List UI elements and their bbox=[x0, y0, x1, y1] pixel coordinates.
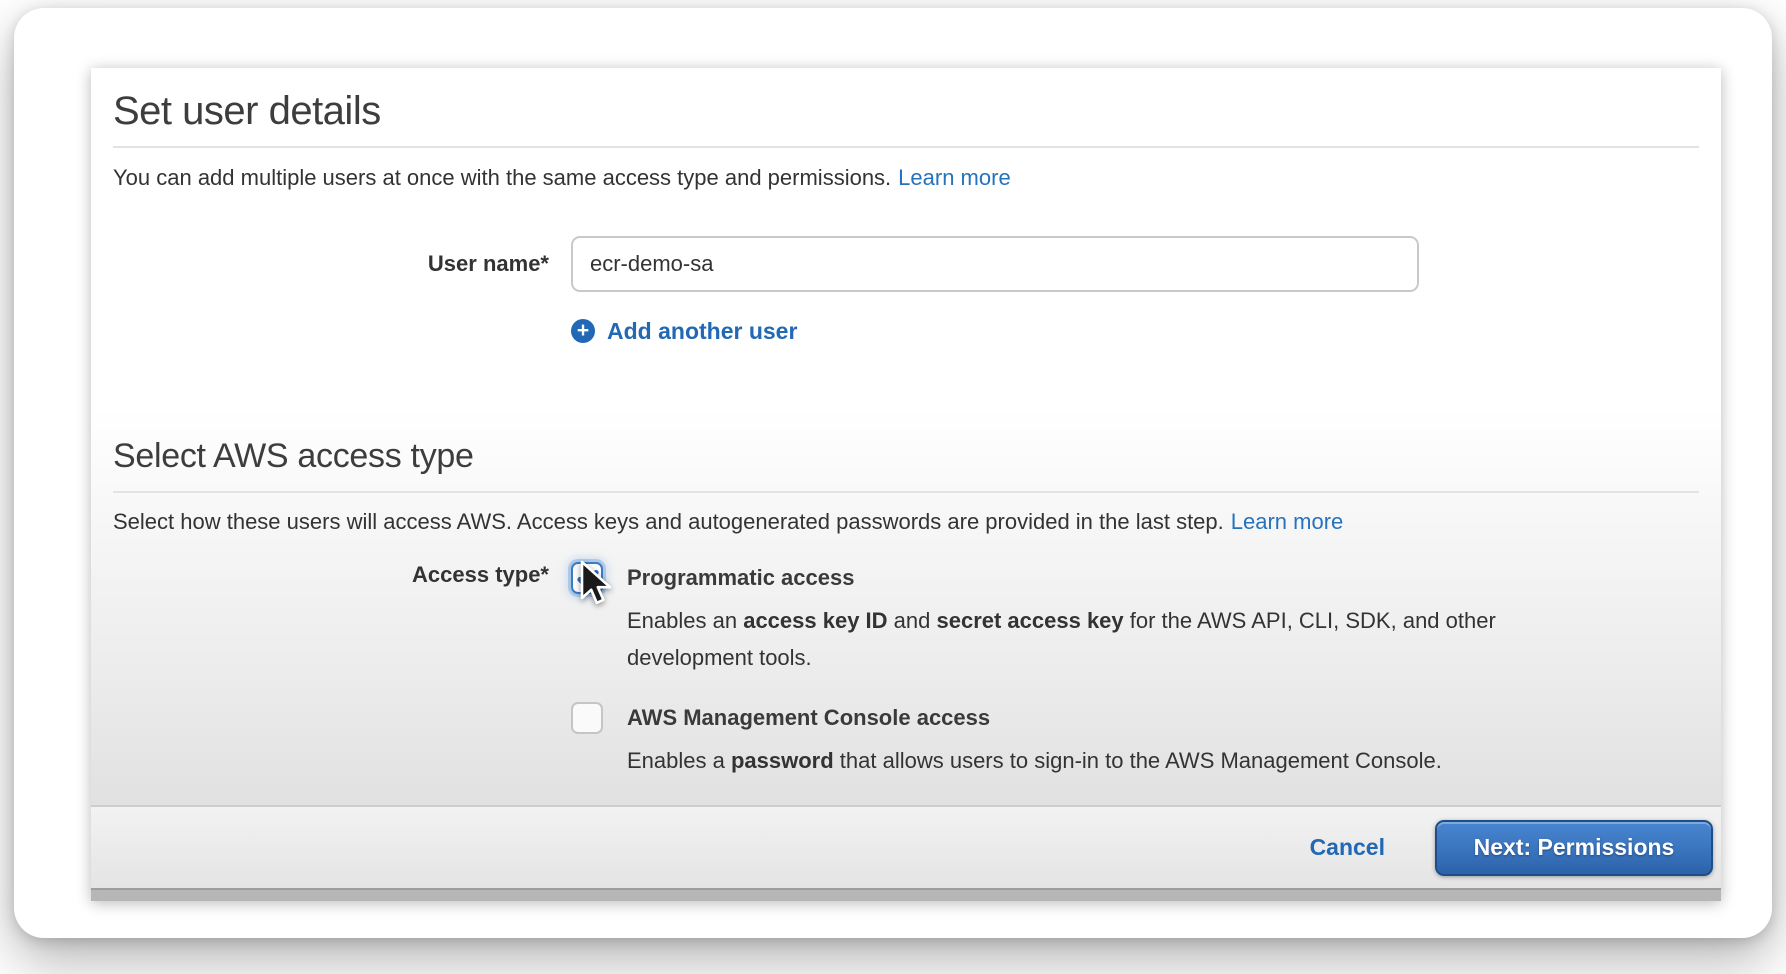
user-name-input[interactable] bbox=[571, 236, 1419, 292]
access-intro-text: Select how these users will access AWS. … bbox=[113, 505, 1699, 538]
console-access-description: Enables a password that allows users to … bbox=[627, 742, 1442, 779]
bottom-edge-bar bbox=[91, 888, 1721, 901]
access-intro-text-body: Select how these users will access AWS. … bbox=[113, 509, 1224, 534]
plus-circle-icon: + bbox=[571, 319, 595, 343]
access-type-label: Access type* bbox=[113, 560, 549, 779]
option-console-access: AWS Management Console access Enables a … bbox=[571, 700, 1547, 779]
divider bbox=[113, 146, 1699, 148]
access-type-row: Access type* Programmatic access Enables… bbox=[113, 560, 1699, 779]
access-learn-more-link[interactable]: Learn more bbox=[1231, 509, 1344, 534]
programmatic-access-description: Enables an access key ID and secret acce… bbox=[627, 602, 1547, 676]
next-permissions-button[interactable]: Next: Permissions bbox=[1435, 820, 1713, 876]
intro-text: You can add multiple users at once with … bbox=[113, 161, 1699, 194]
add-another-user-button[interactable]: + Add another user bbox=[571, 318, 1699, 344]
console-access-checkbox[interactable] bbox=[571, 702, 603, 734]
user-name-label: User name* bbox=[113, 236, 549, 292]
page-title: Set user details bbox=[113, 88, 1699, 134]
access-type-options: Programmatic access Enables an access ke… bbox=[571, 560, 1547, 779]
check-icon bbox=[575, 566, 601, 592]
wizard-footer: Cancel Next: Permissions bbox=[91, 805, 1721, 888]
divider bbox=[113, 491, 1699, 493]
console-access-title: AWS Management Console access bbox=[627, 700, 1442, 736]
panel-content: Set user details You can add multiple us… bbox=[91, 68, 1721, 805]
learn-more-link[interactable]: Learn more bbox=[898, 165, 1011, 190]
set-user-details-panel: Set user details You can add multiple us… bbox=[91, 68, 1721, 901]
cancel-button[interactable]: Cancel bbox=[1310, 834, 1385, 861]
option-programmatic-access: Programmatic access Enables an access ke… bbox=[571, 560, 1547, 676]
intro-text-body: You can add multiple users at once with … bbox=[113, 165, 891, 190]
access-section-title: Select AWS access type bbox=[113, 436, 1699, 477]
programmatic-access-title: Programmatic access bbox=[627, 560, 1547, 596]
user-name-row: User name* bbox=[113, 236, 1699, 292]
add-another-user-label: Add another user bbox=[607, 318, 797, 344]
screenshot-frame: Set user details You can add multiple us… bbox=[14, 8, 1772, 938]
programmatic-access-checkbox[interactable] bbox=[571, 562, 603, 594]
